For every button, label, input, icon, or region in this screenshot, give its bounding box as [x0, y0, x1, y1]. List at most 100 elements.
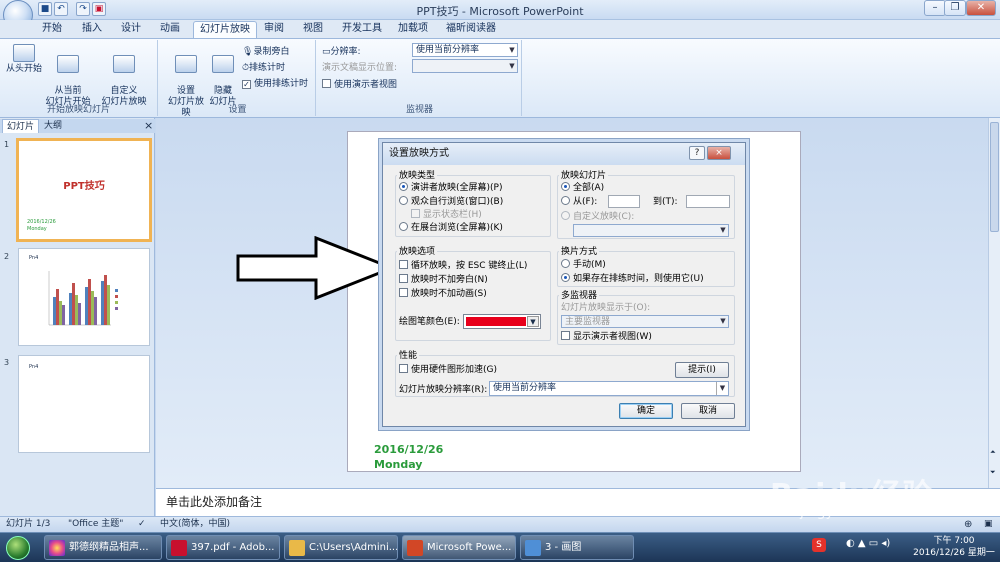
restore-button[interactable]: ❐ [944, 0, 966, 16]
setup-show-dialog: 设置放映方式 ? × 放映类型 演讲者放映(全屏幕)(P) 观众自行浏览(窗口)… [382, 142, 746, 427]
rehearse-button[interactable]: ⏱排练计时 [242, 60, 285, 73]
paint-icon [525, 540, 541, 556]
projector-icon [57, 55, 79, 73]
scrollbar-thumb[interactable] [990, 122, 999, 232]
taskbar-item-5[interactable]: 3 - 画图 [520, 535, 634, 560]
pen-color-picker[interactable]: ▼ [463, 314, 541, 329]
start-button[interactable] [6, 536, 30, 560]
help-button[interactable]: ? [689, 146, 705, 160]
tab-developer[interactable]: 开发工具 [336, 21, 388, 37]
slide-thumbnail-1[interactable]: PPT技巧 2016/12/26 Monday [16, 138, 152, 242]
check-icon: ✓ [242, 80, 251, 89]
tab-outline[interactable]: 大纲 [40, 119, 66, 133]
tab-animation[interactable]: 动画 [154, 21, 186, 37]
no-narration-checkbox[interactable]: 放映时不加旁白(N) [399, 274, 488, 286]
kiosk-radio[interactable]: 在展台浏览(全屏幕)(K) [399, 222, 503, 234]
zoom-in-icon[interactable]: ⊕ [964, 517, 972, 532]
close-icon[interactable]: × [140, 119, 157, 133]
tab-home[interactable]: 开始 [36, 21, 68, 37]
no-animation-checkbox[interactable]: 放映时不加动画(S) [399, 288, 487, 300]
dialog-close-button[interactable]: × [707, 146, 731, 160]
use-timings-radio[interactable]: 如果存在排练时间，则使用它(U) [561, 273, 704, 285]
next-slide-icon[interactable]: ⏷ [990, 468, 996, 477]
to-spinner[interactable] [686, 195, 730, 208]
theme-name: "Office 主题" [68, 519, 124, 529]
clock-icon: ⏱ [242, 63, 250, 73]
presenter-radio[interactable]: 演讲者放映(全屏幕)(P) [399, 182, 502, 194]
tab-slideshow[interactable]: 幻灯片放映 [193, 21, 257, 39]
tips-button[interactable]: 提示(I) [675, 362, 729, 378]
group-label: 设置 [228, 105, 247, 115]
thumb-title: Pn4 [29, 255, 39, 261]
status-bar-checkbox[interactable]: 显示状态栏(H) [411, 209, 482, 221]
resolution-dropdown[interactable]: 使用当前分辨率 ▼ [489, 381, 729, 396]
prev-slide-icon[interactable]: ⏶ [990, 448, 996, 457]
tab-view[interactable]: 视图 [297, 21, 329, 37]
taskbar-item-3[interactable]: C:\Users\Admini... [284, 535, 398, 560]
hw-accel-checkbox[interactable]: 使用硬件图形加速(G) [399, 364, 497, 376]
arrow-icon [236, 236, 396, 300]
tab-design[interactable]: 设计 [115, 21, 147, 37]
chevron-down-icon: ▼ [720, 226, 726, 234]
show-on-dropdown[interactable]: ▼ [412, 59, 518, 73]
projector-icon [13, 44, 35, 62]
show-options-label: 放映选项 [397, 244, 438, 257]
ok-button[interactable]: 确定 [619, 403, 673, 419]
tab-addins[interactable]: 加载项 [392, 21, 434, 37]
thumb-title: PPT技巧 [63, 181, 105, 192]
close-button[interactable]: ✕ [966, 0, 996, 16]
minimize-button[interactable]: – [924, 0, 946, 16]
custom-show-button[interactable]: 自定义 幻灯片放映 [96, 44, 152, 108]
hide-slide-button[interactable]: 隐藏 幻灯片 [208, 44, 238, 108]
pen-color-label: 绘图笔颜色(E): [399, 317, 460, 327]
group-start-show: 从头开始 从当前 幻灯片开始 自定义 幻灯片放映 开始放映幻灯片 [0, 40, 158, 116]
manual-radio[interactable]: 手动(M) [561, 259, 606, 271]
chevron-down-icon: ▼ [720, 317, 726, 325]
thumb-title: Pn4 [29, 364, 39, 370]
fit-window-icon[interactable]: ▣ [984, 517, 993, 532]
microphone-icon: 🎙 [242, 47, 254, 57]
taskbar-item-4[interactable]: Microsoft Powe... [402, 535, 516, 560]
all-slides-radio[interactable]: 全部(A) [561, 182, 604, 194]
vertical-scrollbar[interactable]: ⏶ ⏷ [988, 118, 1000, 488]
custom-show-radio[interactable]: 自定义放映(C): [561, 211, 634, 223]
cancel-button[interactable]: 取消 [681, 403, 735, 419]
tab-slides[interactable]: 幻灯片 [2, 119, 40, 133]
taskbar-item-1[interactable]: 郭德纲精品相声... [44, 535, 162, 560]
slide-thumbnail-2[interactable]: Pn4 [18, 248, 150, 346]
slide-thumbnail-3[interactable]: Pn4 [18, 355, 150, 453]
presenter-view-checkbox[interactable]: 使用演示者视图 [322, 77, 397, 90]
chevron-down-icon: ▼ [509, 62, 515, 70]
folder-icon [289, 540, 305, 556]
spellcheck-icon[interactable]: ✓ [138, 517, 146, 532]
tab-foxit[interactable]: 福昕阅读器 [440, 21, 502, 37]
to-label: 到(T): [653, 197, 678, 207]
show-type-label: 放映类型 [397, 168, 438, 181]
language: 中文(简体，中国) [160, 519, 231, 529]
monitors-label: 多监视器 [559, 288, 600, 301]
from-spinner[interactable] [608, 195, 640, 208]
record-narration-button[interactable]: 🎙录制旁白 [242, 44, 289, 57]
group-monitors: ▭分辨率: 使用当前分辨率 ▼ 演示文稿显示位置: ▼ 使用演示者视图 监视器 [318, 40, 522, 116]
custom-show-dropdown[interactable]: ▼ [573, 224, 729, 237]
individual-radio[interactable]: 观众自行浏览(窗口)(B) [399, 196, 503, 208]
input-method-icon[interactable]: S [812, 538, 826, 552]
from-current-button[interactable]: 从当前 幻灯片开始 [44, 44, 92, 108]
from-start-button[interactable]: 从头开始 [4, 44, 44, 75]
tab-insert[interactable]: 插入 [76, 21, 108, 37]
from-radio[interactable]: 从(F): [561, 196, 597, 208]
resolution-label: ▭分辨率: [322, 47, 361, 57]
show-slides-label: 放映幻灯片 [559, 168, 609, 181]
chevron-down-icon: ▼ [509, 46, 515, 54]
tray-icons[interactable]: ◐ ▲ ▭ ◂) [846, 538, 890, 549]
clock[interactable]: 下午 7:00 2016/12/26 星期一 [912, 535, 996, 559]
presenter-view-checkbox[interactable]: 显示演示者视图(W) [561, 331, 652, 343]
monitor-dropdown[interactable]: 主要监视器 ▼ [561, 315, 729, 328]
setup-icon [175, 55, 197, 73]
advance-label: 换片方式 [559, 244, 600, 257]
taskbar-item-2[interactable]: 397.pdf - Adob... [166, 535, 280, 560]
tab-review[interactable]: 审阅 [258, 21, 290, 37]
use-timings-checkbox[interactable]: ✓ 使用排练计时 [242, 76, 308, 89]
resolution-dropdown[interactable]: 使用当前分辨率 ▼ [412, 43, 518, 57]
loop-checkbox[interactable]: 循环放映，按 ESC 键终止(L) [399, 260, 527, 272]
